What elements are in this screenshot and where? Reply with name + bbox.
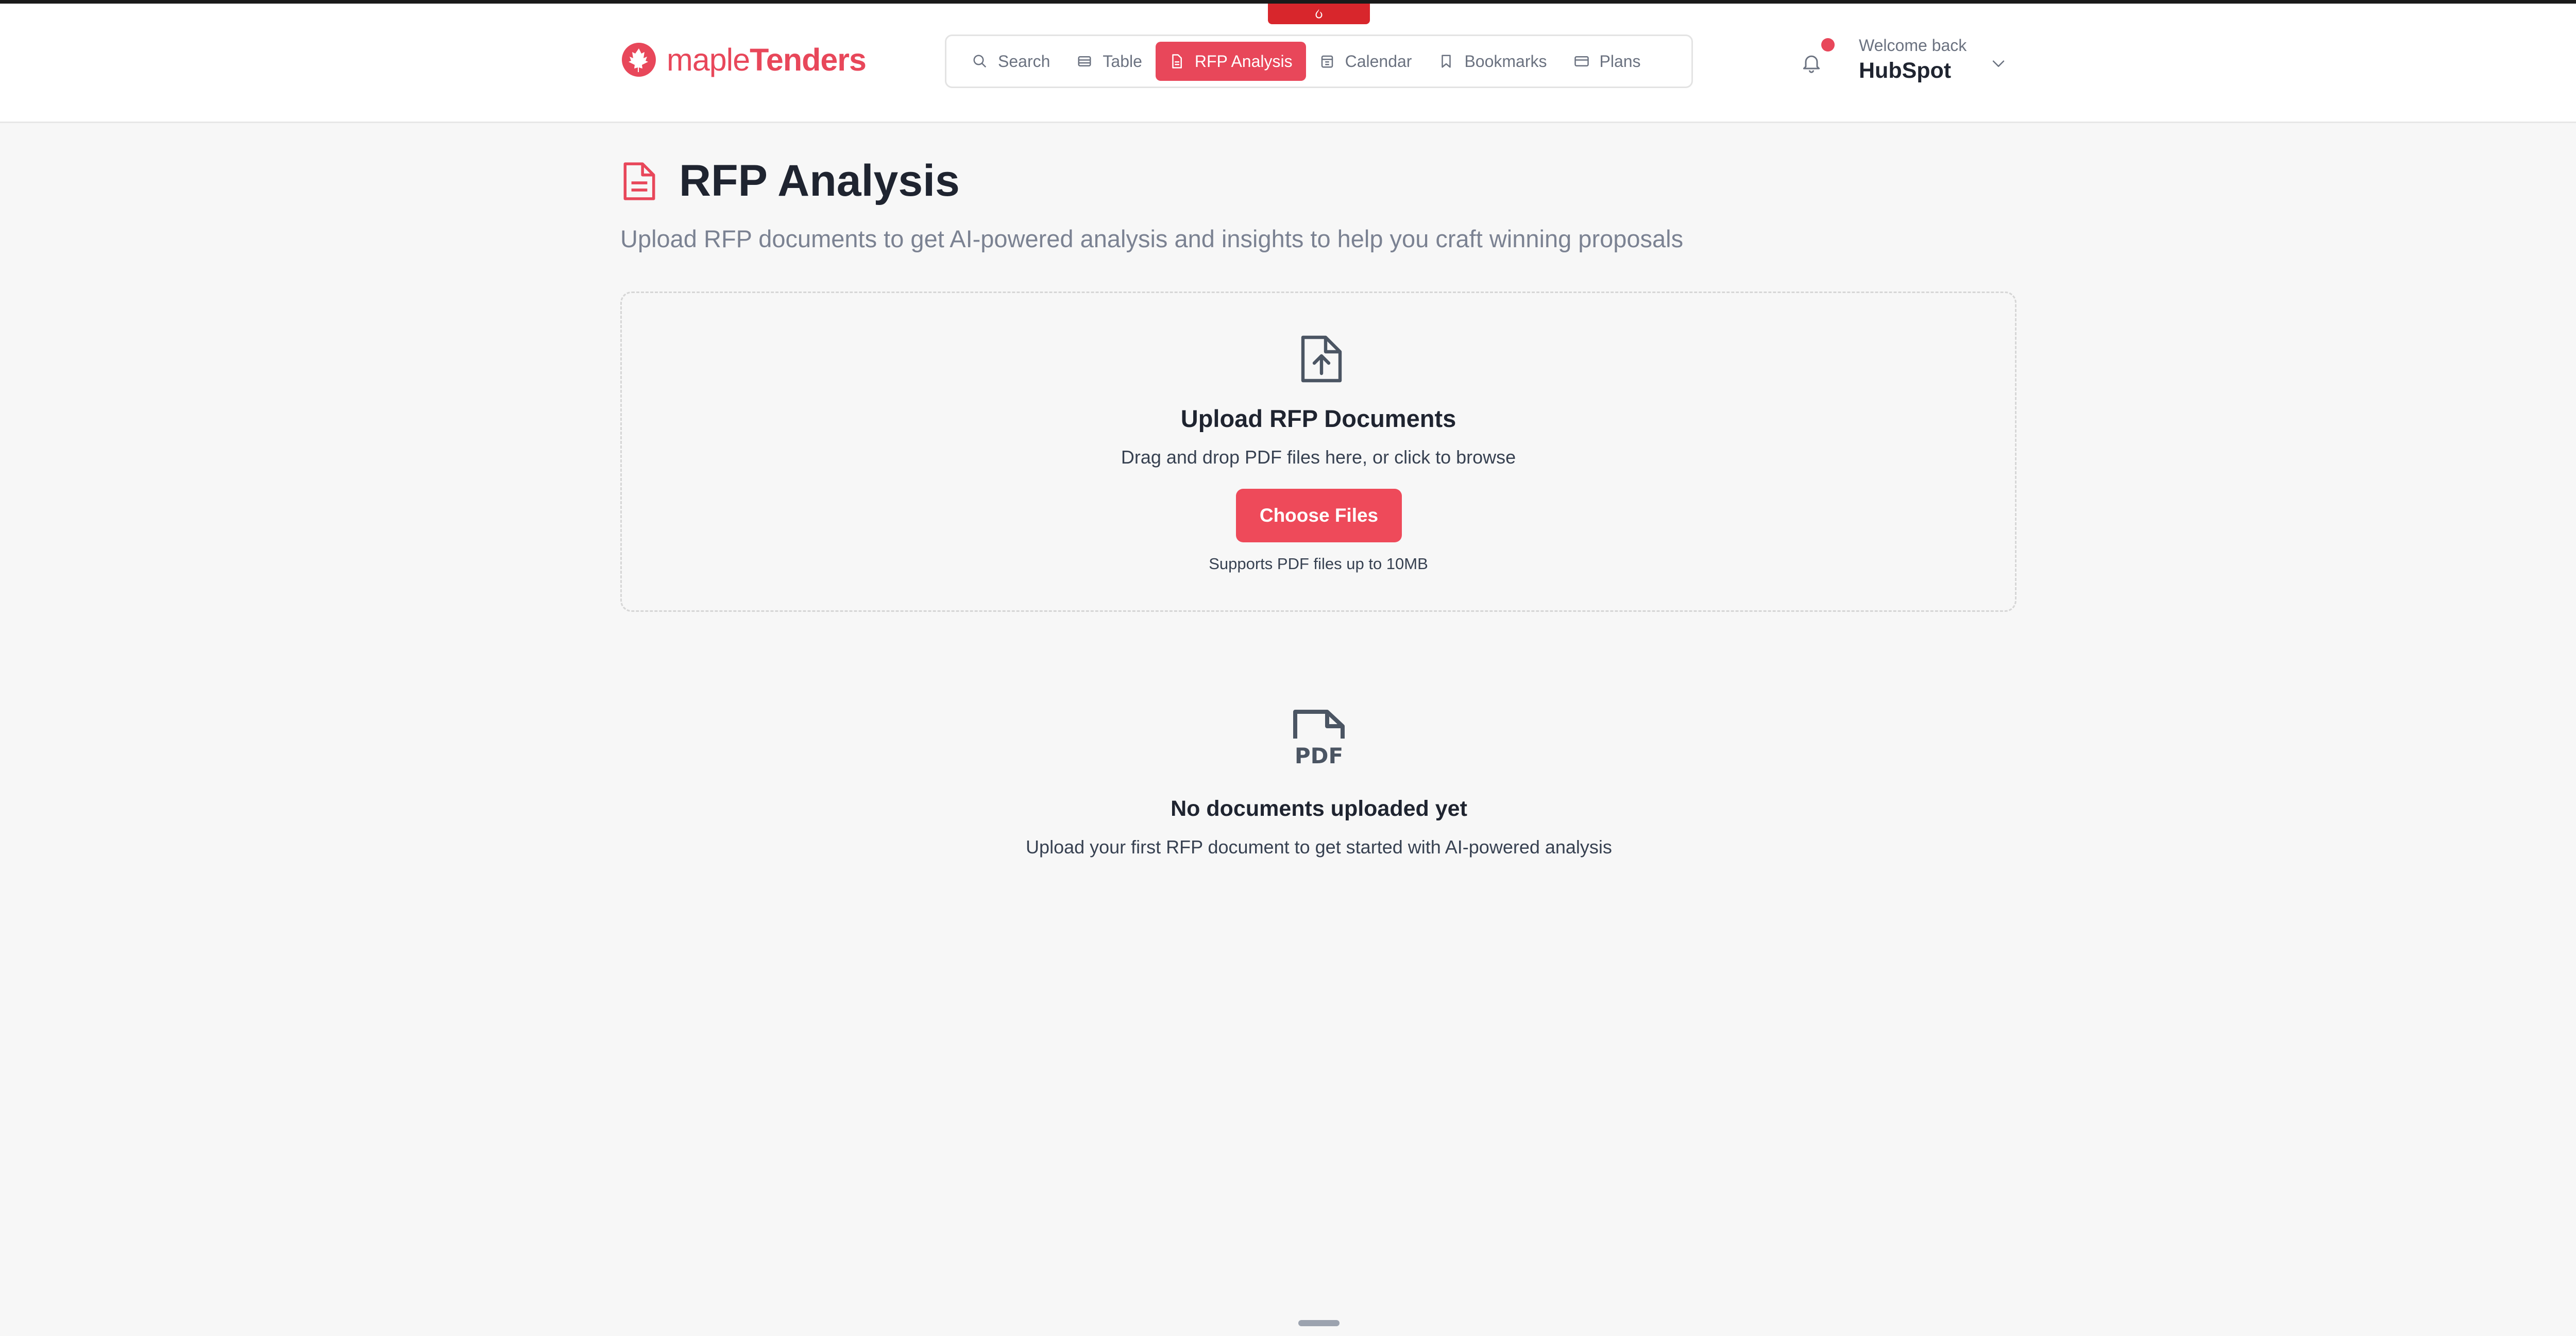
upload-file-limit-note: Supports PDF files up to 10MB (1209, 555, 1428, 573)
credit-card-icon (1574, 56, 1589, 66)
nav-item-search[interactable]: Search (959, 42, 1063, 81)
pdf-icon-label: PDF (1295, 743, 1343, 766)
nav-item-calendar[interactable]: Calendar (1306, 42, 1426, 81)
fire-icon (1315, 9, 1323, 19)
brand-prefix: maple (667, 42, 750, 77)
page-subtitle: Upload RFP documents to get AI-powered a… (620, 225, 1684, 252)
brand-logo[interactable]: mapleTenders (620, 41, 867, 78)
empty-state-subtitle: Upload your first RFP document to get st… (1026, 836, 1612, 858)
upload-dropzone[interactable]: Upload RFP Documents Drag and drop PDF f… (620, 292, 2016, 612)
page-title: RFP Analysis (679, 156, 960, 205)
choose-files-button[interactable]: Choose Files (1236, 489, 1402, 542)
user-name: HubSpot (1859, 58, 1952, 83)
file-upload-icon (1301, 335, 1342, 383)
maple-leaf-icon (622, 43, 656, 77)
upload-title: Upload RFP Documents (1180, 405, 1456, 432)
table-icon (1078, 56, 1091, 66)
nav-item-plans[interactable]: Plans (1561, 42, 1654, 81)
brand-suffix: Tenders (750, 42, 867, 77)
bookmark-icon (1442, 55, 1451, 68)
nav-label-rfp-analysis: RFP Analysis (1194, 52, 1293, 71)
window-top-edge (0, 0, 2576, 4)
calendar-icon (1321, 55, 1333, 68)
empty-state-title: No documents uploaded yet (1171, 796, 1467, 821)
nav-label-plans: Plans (1599, 52, 1641, 71)
main-nav: Search Table RFP Analysis Calendar Bookm… (945, 35, 1693, 88)
nav-label-search: Search (998, 52, 1050, 71)
chevron-down-icon[interactable] (1990, 55, 2007, 72)
user-menu[interactable]: Welcome back HubSpot (1859, 36, 1967, 83)
notification-badge (1821, 38, 1835, 52)
upload-subtitle: Drag and drop PDF files here, or click t… (1121, 447, 1516, 468)
notification-bell-icon[interactable] (1800, 52, 1823, 74)
home-indicator[interactable] (1298, 1320, 1340, 1326)
nav-label-table: Table (1103, 52, 1142, 71)
nav-item-rfp-analysis[interactable]: RFP Analysis (1155, 42, 1306, 81)
pdf-file-icon: PDF (1293, 710, 1345, 766)
page-header: RFP Analysis (620, 156, 960, 207)
nav-item-bookmarks[interactable]: Bookmarks (1425, 42, 1560, 81)
nav-item-table[interactable]: Table (1063, 42, 1156, 81)
search-icon (973, 55, 987, 68)
nav-label-calendar: Calendar (1345, 52, 1412, 71)
welcome-label: Welcome back (1859, 36, 1967, 55)
document-icon (1172, 54, 1182, 68)
document-icon (623, 162, 655, 200)
nav-label-bookmarks: Bookmarks (1464, 52, 1547, 71)
top-pull-tab[interactable] (1268, 4, 1370, 24)
